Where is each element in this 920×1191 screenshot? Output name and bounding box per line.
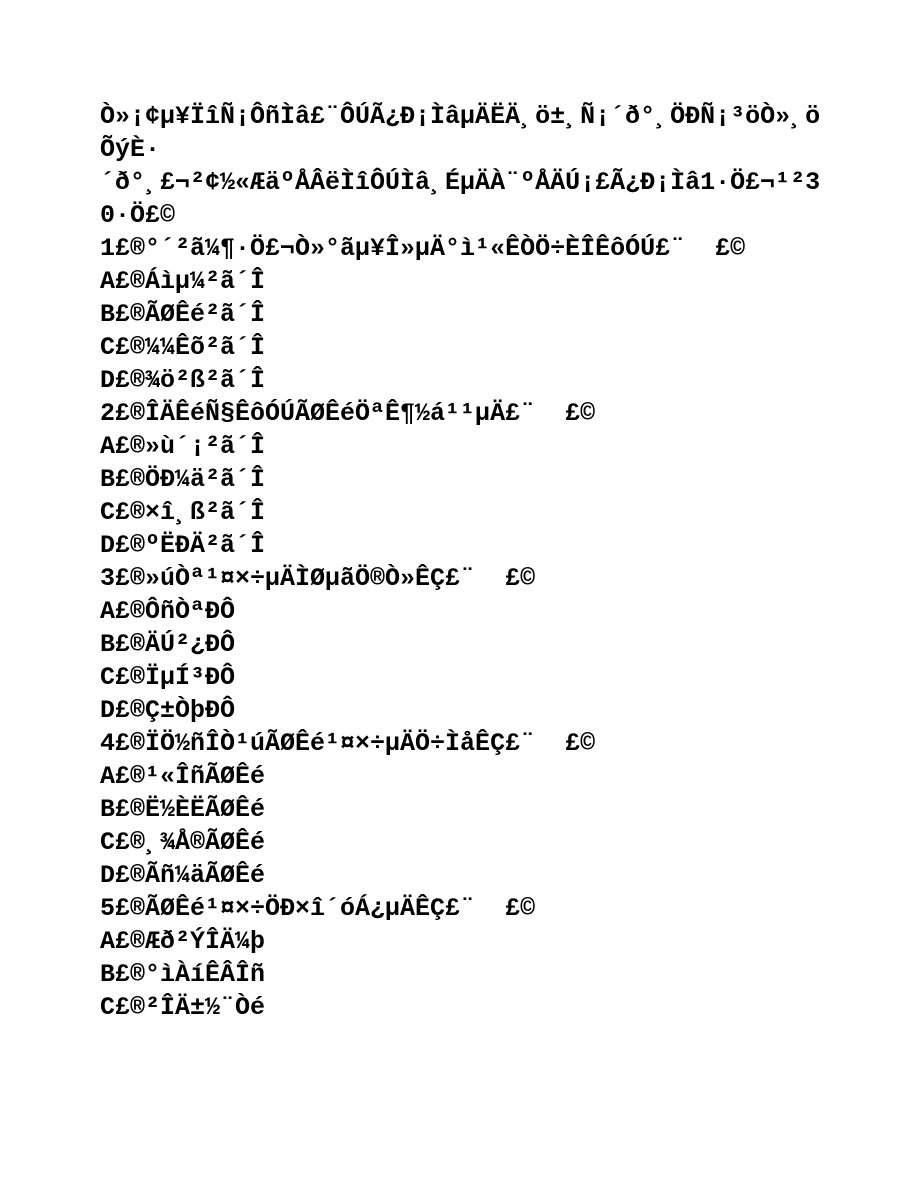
q1-stem: 1£®°´²ã¼¶·Ö£¬Ò»°ãµ¥Î»µÄ°ì¹«ÊÒÖ÷ÈÎÊôÓÚ£¨ … bbox=[100, 234, 745, 263]
q3-option-b: B£®ÄÚ²¿ÐÔ bbox=[100, 630, 235, 659]
q2-stem: 2£®ÎÄÊéÑ§ÊôÓÚÃØÊéÖªÊ¶½á¹¹µÄ£¨ £© bbox=[100, 399, 595, 428]
document-page: Ò»¡¢µ¥ÏîÑ¡ÔñÌâ£¨ÔÚÃ¿Ð¡ÌâµÄËÄ¸ö±¸Ñ¡´ð°¸ÖÐ… bbox=[0, 0, 920, 1191]
q4-option-b: B£®Ë½ÈËÃØÊé bbox=[100, 795, 265, 824]
q2-option-b: B£®ÖÐ¼ä²ã´Î bbox=[100, 465, 265, 494]
q4-option-d: D£®Ãñ¼äÃØÊé bbox=[100, 861, 265, 890]
q4-option-c: C£®¸¾Å®ÃØÊé bbox=[100, 828, 265, 857]
q5-option-c: C£®²ÎÄ±½¨Òé bbox=[100, 993, 265, 1022]
q1-option-b: B£®ÃØÊé²ã´Î bbox=[100, 300, 265, 329]
q3-option-d: D£®Ç±ÒþÐÔ bbox=[100, 696, 235, 725]
q3-option-a: A£®ÔñÒªÐÔ bbox=[100, 597, 235, 626]
intro-paragraph: Ò»¡¢µ¥ÏîÑ¡ÔñÌâ£¨ÔÚÃ¿Ð¡ÌâµÄËÄ¸ö±¸Ñ¡´ð°¸ÖÐ… bbox=[100, 102, 820, 230]
q5-option-a: A£®Æð²ÝÎÄ¼þ bbox=[100, 927, 265, 956]
q1-option-a: A£®Áìµ¼²ã´Î bbox=[100, 267, 265, 296]
q2-option-a: A£®»ù´¡²ã´Î bbox=[100, 432, 265, 461]
q1-option-d: D£®¾ö²ß²ã´Î bbox=[100, 366, 265, 395]
q4-option-a: A£®¹«ÎñÃØÊé bbox=[100, 762, 265, 791]
q2-option-d: D£®ºËÐÄ²ã´Î bbox=[100, 531, 265, 560]
q2-option-c: C£®×î¸ß²ã´Î bbox=[100, 498, 265, 527]
q5-stem: 5£®ÃØÊé¹¤×÷ÖÐ×î´óÁ¿µÄÊÇ£¨ £© bbox=[100, 894, 535, 923]
q5-option-b: B£®°ìÀíÊÂÎñ bbox=[100, 960, 265, 989]
q3-stem: 3£®»úÒª¹¤×÷µÄÌØµãÖ®Ò»ÊÇ£¨ £© bbox=[100, 564, 535, 593]
q1-option-c: C£®¼¼Êõ²ã´Î bbox=[100, 333, 265, 362]
q4-stem: 4£®ÏÖ½ñÎÒ¹úÃØÊé¹¤×÷µÄÖ÷ÌåÊÇ£¨ £© bbox=[100, 729, 595, 758]
q3-option-c: C£®ÏµÍ³ÐÔ bbox=[100, 663, 235, 692]
